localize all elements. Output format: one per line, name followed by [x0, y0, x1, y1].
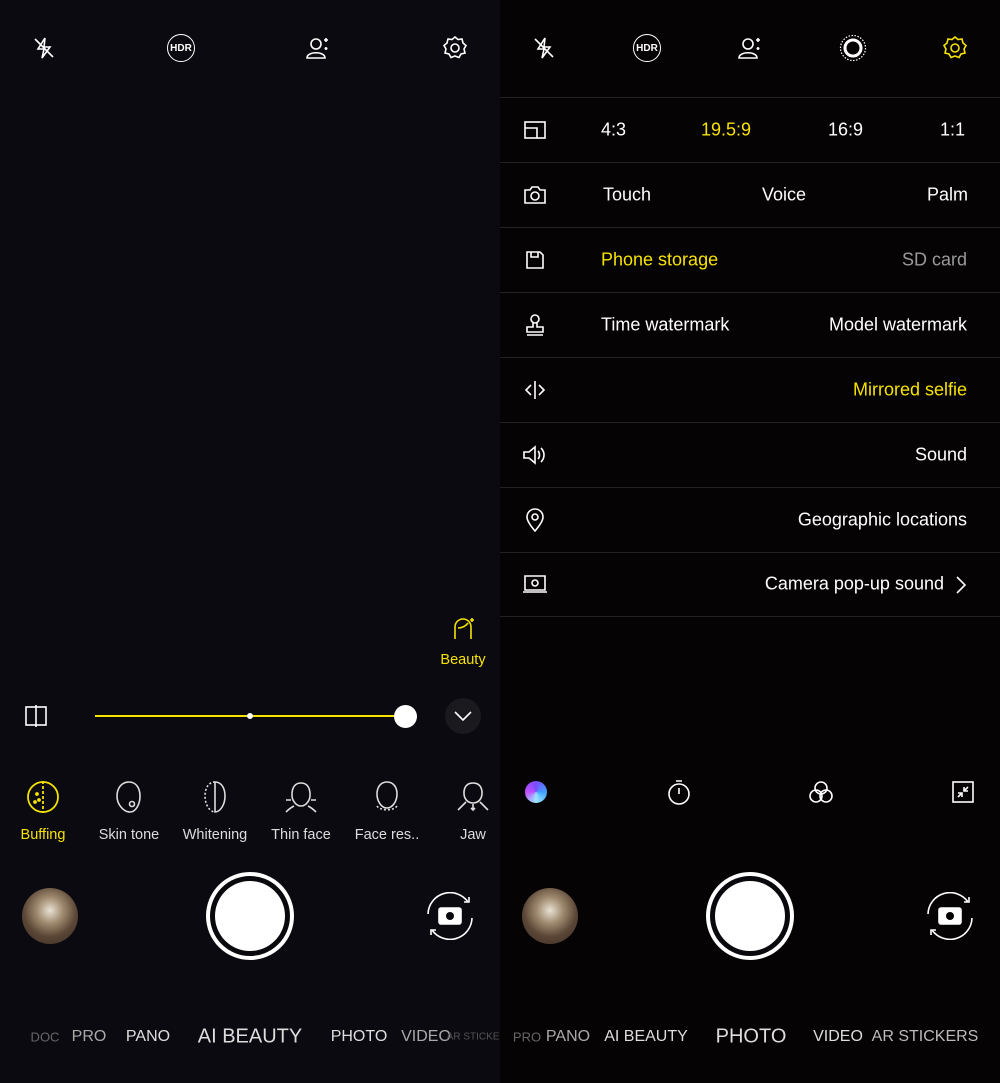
aspect-19-5-9[interactable]: 19.5:9: [701, 120, 751, 141]
mode-photo[interactable]: PHOTO: [716, 1026, 787, 1049]
mode-pro[interactable]: PRO: [513, 1030, 541, 1045]
item-label: Thin face: [271, 827, 331, 843]
flash-off-icon[interactable]: [31, 35, 57, 61]
right-camera-screen: HDR 4:3 19.5:9 16:9 1:1 Touch Voice Palm…: [500, 0, 1000, 1083]
watermark-row: Time watermark Model watermark: [500, 293, 1000, 358]
settings-icon[interactable]: [441, 34, 469, 62]
thin-face-icon: [285, 782, 317, 813]
mode-ai-beauty[interactable]: AI BEAUTY: [604, 1028, 688, 1046]
stamp-icon: [526, 314, 544, 336]
chevron-down-icon[interactable]: [445, 698, 481, 734]
storage-sd-card[interactable]: SD card: [902, 250, 967, 271]
whitening-icon: [204, 781, 226, 813]
shutter-mode-row: Touch Voice Palm: [500, 163, 1000, 228]
mode-ai-beauty[interactable]: AI BEAUTY: [198, 1026, 302, 1049]
shutter-button[interactable]: [706, 872, 794, 960]
beauty-item-jaw[interactable]: Jaw: [430, 780, 500, 843]
mode-pano[interactable]: PANO: [546, 1028, 590, 1046]
timer-icon[interactable]: [667, 779, 691, 805]
portrait-plus-icon[interactable]: [736, 35, 764, 61]
popup-sound-label: Camera pop-up sound: [764, 573, 944, 594]
hdr-icon[interactable]: HDR: [167, 34, 195, 62]
beauty-item-buffing[interactable]: Buffing: [0, 780, 86, 843]
save-icon: [526, 251, 544, 269]
item-label: Jaw: [460, 827, 486, 843]
camera-icon: [524, 186, 546, 204]
beauty-icon[interactable]: [450, 616, 476, 642]
chevron-right-icon: [956, 576, 966, 594]
popup-camera-icon: [523, 575, 547, 593]
aspect-ratio-row: 4:3 19.5:9 16:9 1:1: [500, 98, 1000, 163]
hdr-label: HDR: [170, 42, 192, 54]
hdr-label: HDR: [636, 42, 658, 54]
portrait-plus-icon[interactable]: [304, 35, 332, 61]
beauty-item-face-reshape[interactable]: Face res..: [344, 780, 430, 843]
mode-pro[interactable]: PRO: [72, 1028, 107, 1046]
live-photo-icon[interactable]: [839, 34, 867, 62]
item-label: Face res..: [354, 827, 420, 843]
storage-row: Phone storage SD card: [500, 228, 1000, 293]
beauty-item-thin-face[interactable]: Thin face: [258, 780, 344, 843]
geo-location-row[interactable]: Geographic locations: [500, 488, 1000, 553]
mirrored-selfie-label: Mirrored selfie: [852, 379, 967, 400]
item-label: Whitening: [182, 827, 248, 843]
jaw-icon: [457, 782, 489, 812]
aspect-16-9[interactable]: 16:9: [828, 120, 863, 141]
collapse-icon[interactable]: [952, 781, 974, 803]
mode-pano[interactable]: PANO: [126, 1028, 170, 1046]
item-label: Buffing: [20, 827, 66, 843]
slider-midpoint: [247, 713, 253, 719]
aspect-1-1[interactable]: 1:1: [940, 120, 965, 141]
gallery-thumbnail[interactable]: [22, 888, 78, 944]
speaker-icon: [523, 445, 545, 465]
mode-ar-stickers[interactable]: AR STICKERS: [447, 1032, 500, 1043]
switch-camera-icon[interactable]: [422, 892, 478, 940]
hdr-icon[interactable]: HDR: [633, 34, 661, 62]
mode-video[interactable]: VIDEO: [813, 1028, 863, 1046]
gallery-thumbnail[interactable]: [522, 888, 578, 944]
shutter-palm[interactable]: Palm: [927, 185, 968, 206]
skin-tone-icon: [116, 781, 141, 813]
sound-label: Sound: [914, 444, 967, 465]
location-pin-icon: [526, 508, 544, 532]
storage-phone[interactable]: Phone storage: [601, 250, 718, 271]
popup-sound-row[interactable]: Camera pop-up sound: [500, 552, 1000, 617]
sound-row[interactable]: Sound: [500, 423, 1000, 488]
color-filter-icon[interactable]: [525, 781, 547, 803]
mode-video[interactable]: VIDEO: [401, 1028, 451, 1046]
switch-camera-icon[interactable]: [922, 892, 978, 940]
mode-ar-stickers[interactable]: AR STICKERS: [872, 1028, 979, 1046]
shutter-voice[interactable]: Voice: [762, 185, 806, 206]
model-watermark[interactable]: Model watermark: [829, 315, 967, 336]
time-watermark[interactable]: Time watermark: [601, 315, 729, 336]
mode-doc[interactable]: DOC: [31, 1030, 60, 1045]
beauty-label: Beauty: [440, 652, 486, 668]
shutter-button[interactable]: [206, 872, 294, 960]
geo-location-label: Geographic locations: [797, 509, 967, 530]
compare-icon[interactable]: [24, 705, 48, 727]
settings-icon[interactable]: [941, 34, 969, 62]
face-reshape-icon: [376, 781, 398, 811]
item-label: Skin tone: [98, 827, 160, 843]
beauty-item-skin-tone[interactable]: Skin tone: [86, 780, 172, 843]
buffing-icon: [27, 781, 59, 813]
filters-icon[interactable]: [808, 780, 834, 804]
mirrored-selfie-row[interactable]: Mirrored selfie: [500, 358, 1000, 423]
beauty-slider-handle[interactable]: [394, 705, 417, 728]
flash-off-icon[interactable]: [531, 35, 557, 61]
shutter-touch[interactable]: Touch: [603, 185, 651, 206]
mode-photo[interactable]: PHOTO: [331, 1028, 388, 1046]
mirror-icon: [524, 381, 546, 399]
left-camera-screen: HDR Beauty Buffing Skin tone Whitening T…: [0, 0, 500, 1083]
aspect-4-3[interactable]: 4:3: [601, 120, 626, 141]
aspect-ratio-icon: [524, 121, 546, 139]
beauty-item-whitening[interactable]: Whitening: [172, 780, 258, 843]
